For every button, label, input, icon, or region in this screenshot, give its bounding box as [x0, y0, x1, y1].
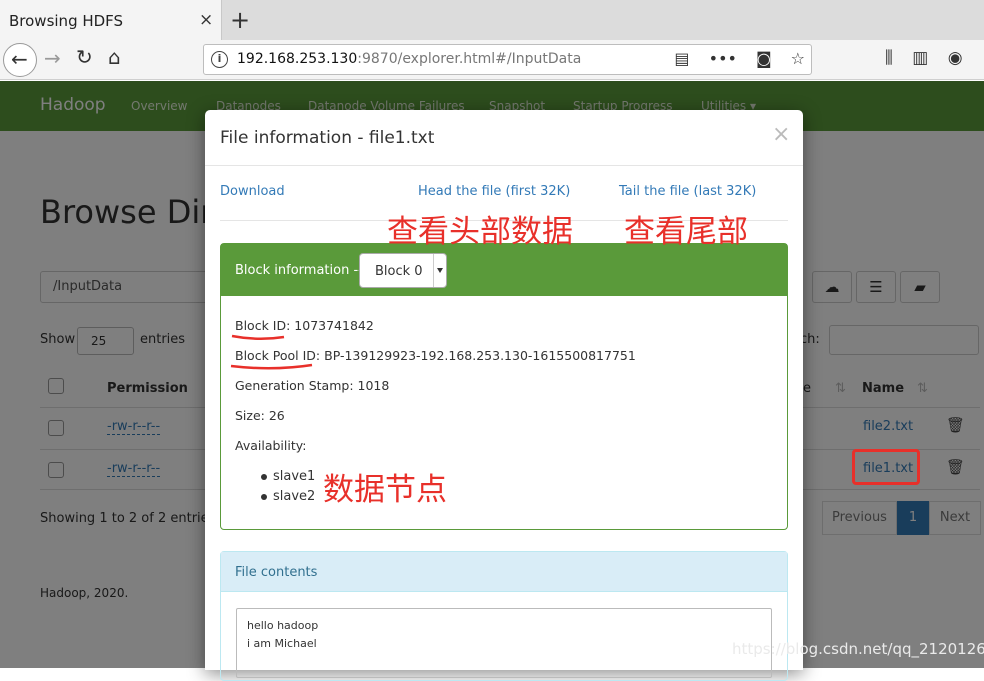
- bookmark-star-icon[interactable]: ☆: [791, 49, 805, 68]
- block-info-label: Block information --: [235, 263, 363, 278]
- underline-block-pool-id: [230, 363, 313, 370]
- browser-tab[interactable]: Browsing HDFS ×: [0, 0, 222, 40]
- head-file-link[interactable]: Head the file (first 32K): [418, 184, 570, 199]
- reload-icon[interactable]: ↻: [76, 45, 93, 69]
- chevron-down-icon: [433, 254, 446, 287]
- generation-stamp-label: Generation Stamp:: [235, 378, 354, 393]
- bullet-icon: [261, 493, 267, 500]
- annotation-nodes: 数据节点: [323, 472, 447, 508]
- availability-label: Availability:: [235, 438, 307, 453]
- block-info-header: Block information -- Block 0: [221, 244, 787, 296]
- tail-file-link[interactable]: Tail the file (last 32K): [619, 184, 756, 199]
- block-id-row: Block ID: 1073741842: [235, 318, 374, 333]
- block-id-value: 1073741842: [294, 318, 374, 333]
- modal-title: File information - file1.txt: [220, 128, 435, 148]
- file-info-modal: File information - file1.txt × Download …: [205, 110, 803, 681]
- size-row: Size: 26: [235, 408, 285, 423]
- block-select[interactable]: Block 0: [359, 253, 447, 288]
- url-bar[interactable]: i 192.168.253.130:9870/explorer.html#/In…: [203, 44, 812, 75]
- underline-marks: [230, 334, 313, 370]
- file-contents-label: File contents: [235, 565, 318, 580]
- node-name: slave1: [273, 469, 316, 484]
- list-item: slave2: [261, 489, 315, 509]
- download-link[interactable]: Download: [220, 184, 285, 199]
- underline-block-id: [231, 334, 285, 340]
- block-select-value: Block 0: [375, 264, 423, 279]
- modal-header: File information - file1.txt ×: [205, 110, 803, 166]
- close-icon[interactable]: ×: [772, 122, 790, 147]
- availability-list: slave1 slave2: [261, 469, 315, 509]
- file-line: i am Michael: [247, 637, 317, 650]
- url-host: 192.168.253.130: [237, 51, 358, 67]
- browser-nav-bar: ← → ↻ ⌂ i 192.168.253.130:9870/explorer.…: [0, 40, 984, 80]
- tab-title: Browsing HDFS: [9, 12, 124, 30]
- generation-stamp-value: 1018: [357, 378, 390, 393]
- sidebar-icon[interactable]: ▥: [912, 48, 928, 68]
- block-pool-value: BP-139129923-192.168.253.130-16155008177…: [324, 348, 636, 363]
- info-icon[interactable]: i: [211, 51, 228, 68]
- library-icon[interactable]: ⫼: [885, 48, 893, 68]
- file-contents-panel: File contents hello hadoop i am Michael: [220, 551, 788, 681]
- watermark: https://blog.csdn.net/qq_21201267: [732, 640, 984, 658]
- node-name: slave2: [273, 489, 316, 504]
- pocket-icon[interactable]: ◙: [756, 49, 772, 68]
- new-tab-icon[interactable]: +: [230, 6, 250, 34]
- generation-stamp-row: Generation Stamp: 1018: [235, 378, 389, 393]
- more-actions-icon[interactable]: •••: [709, 49, 737, 68]
- file-contents-header: File contents: [221, 552, 787, 592]
- highlight-box: [852, 449, 920, 485]
- browser-tab-bar: Browsing HDFS × +: [0, 0, 984, 40]
- size-label: Size:: [235, 408, 265, 423]
- account-icon[interactable]: ◉: [948, 48, 963, 68]
- forward-icon[interactable]: →: [44, 46, 61, 70]
- bullet-icon: [261, 473, 267, 480]
- reader-view-icon[interactable]: ▤: [674, 49, 689, 68]
- block-info-panel: Block information -- Block 0 Block ID: 1…: [220, 243, 788, 530]
- annotation-tail: 查看尾部: [624, 214, 748, 250]
- annotation-head: 查看头部数据: [387, 214, 573, 250]
- file-line: hello hadoop: [247, 619, 319, 632]
- url-actions: ▤ ••• ◙ ☆: [660, 49, 805, 68]
- arrow-left-icon: ←: [11, 47, 28, 71]
- size-value: 26: [268, 408, 285, 423]
- toolbar-icons: ⫼ ▥ ◉: [885, 48, 977, 68]
- url-path: :9870/explorer.html#/InputData: [357, 51, 582, 67]
- back-button[interactable]: ←: [3, 43, 37, 77]
- url-text: 192.168.253.130:9870/explorer.html#/Inpu…: [237, 51, 581, 67]
- home-icon[interactable]: ⌂: [108, 45, 121, 69]
- list-item: slave1: [261, 469, 315, 489]
- block-id-label: Block ID:: [235, 318, 291, 333]
- tab-close-icon[interactable]: ×: [199, 10, 213, 30]
